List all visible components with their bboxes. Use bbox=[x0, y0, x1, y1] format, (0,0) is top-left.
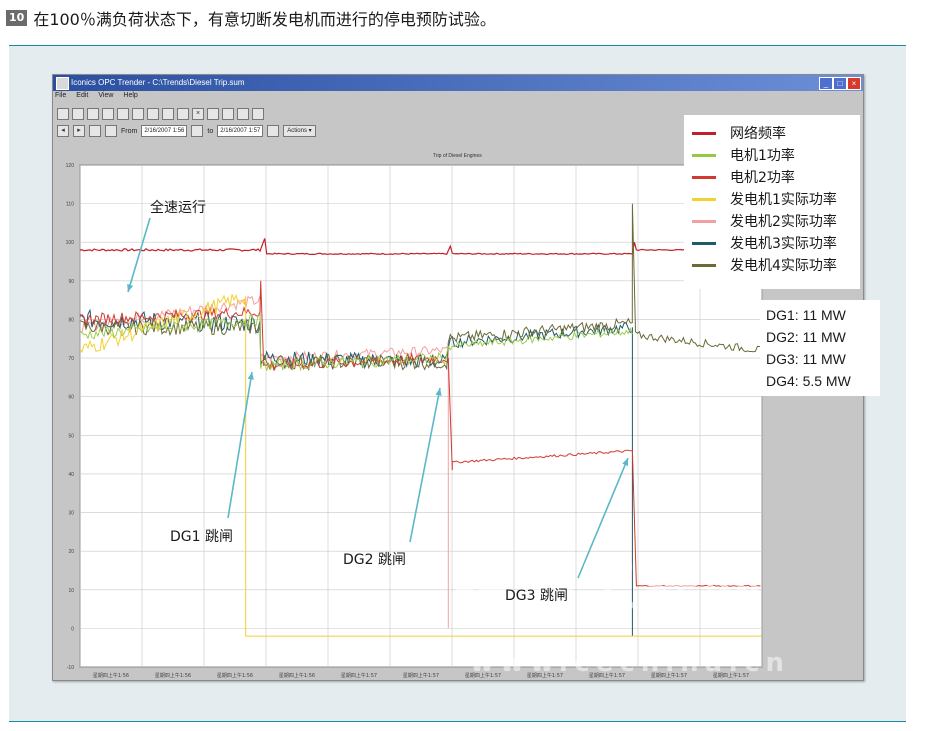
annotation-dg3-trip: DG3 跳闸 bbox=[505, 588, 568, 604]
legend-label: 发电机1实际功率 bbox=[730, 192, 837, 208]
x-tick-label: 星期四上午1:56 bbox=[93, 672, 129, 679]
legend-item: 发电机2实际功率 bbox=[692, 211, 837, 231]
x-tick-label: 星期四上午1:57 bbox=[403, 672, 439, 679]
x-tick-label: 星期四上午1:56 bbox=[217, 672, 253, 679]
legend-label: 发电机3实际功率 bbox=[730, 236, 837, 252]
y-tick-label: 110 bbox=[66, 202, 74, 208]
y-tick-label: -10 bbox=[67, 665, 74, 671]
annotation-dg2-trip: DG2 跳闸 bbox=[343, 552, 406, 568]
y-tick-label: 70 bbox=[68, 356, 74, 362]
legend-item: 发电机4实际功率 bbox=[692, 255, 837, 275]
watermark-text: 控制工程网 bbox=[455, 553, 766, 621]
y-tick-label: 40 bbox=[68, 472, 74, 478]
legend-item: 电机1功率 bbox=[692, 145, 795, 165]
y-tick-label: 30 bbox=[68, 511, 74, 517]
x-tick-label: 星期四上午1:57 bbox=[341, 672, 377, 679]
legend-label: 电机1功率 bbox=[730, 148, 795, 164]
y-axis-ticks: 1201101009080706050403020100-10 bbox=[66, 163, 75, 671]
x-tick-label: 星期四上午1:56 bbox=[155, 672, 191, 679]
annotation-dg1-trip: DG1 跳闸 bbox=[170, 529, 233, 545]
legend-swatch bbox=[692, 153, 716, 157]
legend-label: 发电机4实际功率 bbox=[730, 258, 837, 274]
legend-item: 发电机3实际功率 bbox=[692, 233, 837, 253]
legend-swatch bbox=[692, 219, 716, 223]
y-tick-label: 100 bbox=[66, 240, 75, 246]
dg1-rating: DG1: 11 MW bbox=[766, 307, 846, 323]
legend-swatch bbox=[692, 131, 716, 135]
legend-swatch bbox=[692, 241, 716, 245]
y-tick-label: 0 bbox=[71, 626, 74, 632]
legend-label: 发电机2实际功率 bbox=[730, 214, 837, 230]
legend-item: 电机2功率 bbox=[692, 167, 795, 187]
dg2-rating: DG2: 11 MW bbox=[766, 329, 846, 345]
dg-ratings-box: DG1: 11 MW DG2: 11 MW DG3: 11 MW DG4: 5.… bbox=[760, 300, 880, 396]
y-tick-label: 50 bbox=[68, 433, 74, 439]
legend-swatch bbox=[692, 175, 716, 179]
annotation-full-speed: 全速运行 bbox=[150, 200, 206, 216]
y-tick-label: 120 bbox=[66, 163, 75, 169]
legend-item: 发电机1实际功率 bbox=[692, 189, 837, 209]
watermark-url: www.cechina.cn bbox=[470, 648, 791, 678]
chart-legend: 网络频率 电机1功率 电机2功率 发电机1实际功率 发电机2实际功率 发电机3实… bbox=[684, 115, 860, 289]
x-tick-label: 星期四上午1:56 bbox=[279, 672, 315, 679]
legend-swatch bbox=[692, 263, 716, 267]
y-tick-label: 60 bbox=[68, 395, 74, 401]
dg3-rating: DG3: 11 MW bbox=[766, 351, 846, 367]
legend-item: 网络频率 bbox=[692, 123, 786, 143]
legend-label: 网络频率 bbox=[730, 126, 786, 142]
y-tick-label: 10 bbox=[68, 588, 74, 594]
y-tick-label: 80 bbox=[68, 317, 74, 323]
dg4-rating: DG4: 5.5 MW bbox=[766, 373, 851, 389]
legend-label: 电机2功率 bbox=[730, 170, 795, 186]
y-tick-label: 90 bbox=[68, 279, 74, 285]
y-tick-label: 20 bbox=[68, 549, 74, 555]
legend-swatch bbox=[692, 197, 716, 201]
